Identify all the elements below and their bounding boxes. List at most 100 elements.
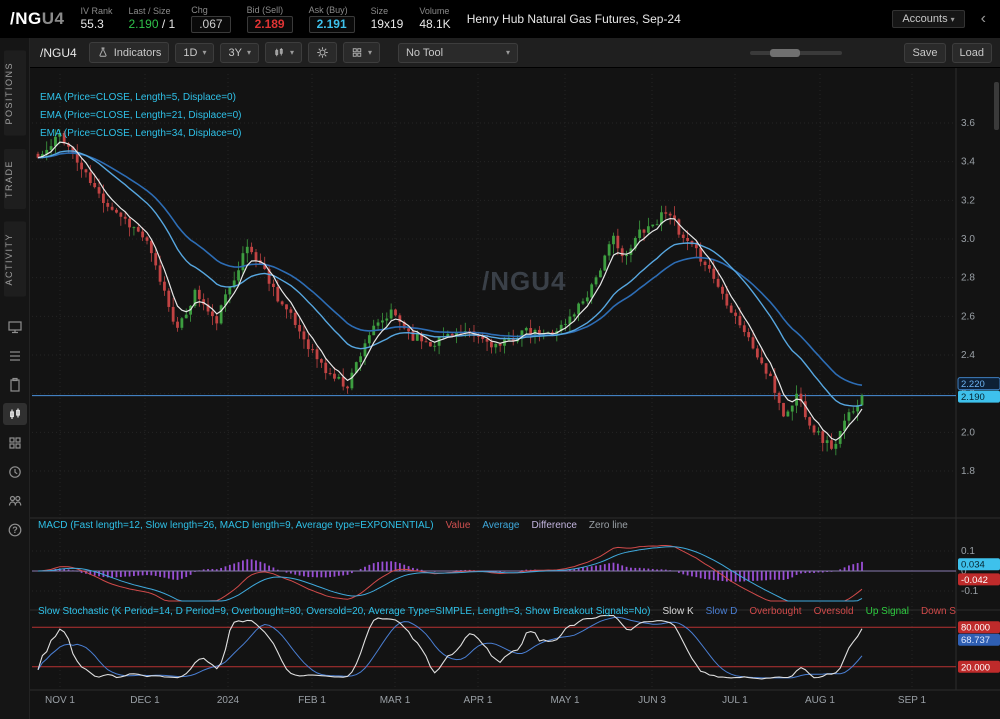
last-size: / 1 (161, 17, 176, 32)
svg-text:2.190: 2.190 (961, 392, 985, 403)
symbol-input[interactable]: /NGU4 (38, 44, 83, 62)
chevron-down-icon: ▾ (367, 48, 372, 57)
chart-vertical-scrollbar[interactable] (994, 82, 999, 130)
svg-text:0.034: 0.034 (961, 560, 985, 571)
chevron-down-icon: ▾ (950, 15, 955, 24)
zoom-slider[interactable] (750, 48, 843, 57)
chart-area: /NGU4 Indicators 1D ▾ 3Y ▾ ▾ ▾ No Tool ▾… (30, 38, 1000, 719)
iv-rank-label: IV Rank (80, 5, 113, 16)
chevron-down-icon: ▾ (289, 48, 294, 57)
candlestick-series (36, 129, 864, 456)
save-button[interactable]: Save (904, 42, 946, 63)
svg-text:3.4: 3.4 (961, 157, 975, 168)
zoom-slider-thumb[interactable] (770, 48, 801, 57)
sidebar-tab-trade[interactable]: TRADE (3, 148, 26, 209)
monitor-icon[interactable] (3, 316, 27, 338)
volume-field: Volume 48.1K (419, 6, 450, 32)
size-field: Size 19x19 (371, 6, 404, 32)
range-dropdown[interactable]: 3Y ▾ (220, 42, 259, 63)
size-label: Size (370, 5, 389, 16)
last-size-label: Last / Size (128, 5, 171, 16)
grid-icon (352, 48, 362, 57)
chart-icon[interactable] (2, 403, 27, 426)
trading-app: /NGU4 IV Rank 55.3 Last / Size 2.190 / 1… (0, 0, 1000, 719)
indicators-button[interactable]: Indicators (88, 42, 170, 63)
svg-text:0.1: 0.1 (961, 546, 975, 557)
study-label-ema21[interactable]: EMA (Price=CLOSE, Length=21, Displace=0) (40, 110, 242, 121)
chg-label: Chg (191, 4, 208, 15)
size-value: 19x19 (370, 17, 404, 32)
last-value: 2.190 (128, 17, 159, 32)
gear-icon (317, 47, 328, 58)
svg-text:JUN 3: JUN 3 (638, 695, 666, 706)
help-icon[interactable]: ? (3, 519, 27, 541)
svg-text:68.737: 68.737 (961, 635, 990, 646)
svg-text:3.0: 3.0 (961, 234, 975, 245)
people-icon[interactable] (3, 490, 27, 512)
sidebar-icon-rail: ? (2, 316, 27, 541)
quote-header: /NGU4 IV Rank 55.3 Last / Size 2.190 / 1… (0, 0, 1000, 38)
svg-text:JUL 1: JUL 1 (722, 695, 748, 706)
chart-toolbar: /NGU4 Indicators 1D ▾ 3Y ▾ ▾ ▾ No Tool ▾… (30, 38, 1000, 68)
macd-study (32, 545, 956, 602)
volume-label: Volume (419, 5, 450, 16)
left-sidebar: POSITIONS TRADE ACTIVITY ? (0, 38, 30, 719)
ask-label: Ask (Buy) (308, 4, 348, 15)
volume-value: 48.1K (419, 17, 451, 32)
iv-rank-value: 55.3 (80, 17, 104, 32)
symbol-suffix: U4 (41, 9, 65, 28)
svg-text:20.000: 20.000 (961, 662, 990, 673)
svg-text:?: ? (12, 525, 18, 535)
svg-text:AUG 1: AUG 1 (805, 695, 835, 706)
macd-study-title[interactable]: MACD (Fast length=12, Slow length=26, MA… (38, 520, 434, 531)
stoch-study-title[interactable]: Slow Stochastic (K Period=14, D Period=9… (38, 606, 651, 617)
history-icon[interactable] (3, 461, 27, 483)
study-label-ema5[interactable]: EMA (Price=CLOSE, Length=5, Displace=0) (40, 92, 242, 103)
svg-text:2.0: 2.0 (961, 427, 975, 438)
chevron-down-icon: ▾ (202, 48, 207, 57)
sidebar-tab-activity[interactable]: ACTIVITY (3, 221, 26, 297)
flask-icon (99, 47, 107, 57)
watchlist-icon[interactable] (3, 345, 27, 367)
svg-text:FEB 1: FEB 1 (298, 695, 326, 706)
svg-text:80.000: 80.000 (961, 623, 990, 634)
svg-text:2.220: 2.220 (961, 379, 985, 390)
symbol-title: /NGU4 (10, 9, 64, 29)
layout-grid-dropdown[interactable]: ▾ (342, 42, 380, 63)
svg-text:-0.1: -0.1 (961, 586, 979, 597)
chart-settings-button[interactable] (307, 42, 337, 63)
iv-rank-field: IV Rank 55.3 (80, 6, 112, 32)
study-label-ema34[interactable]: EMA (Price=CLOSE, Length=34, Displace=0) (40, 128, 242, 139)
svg-text:2.8: 2.8 (961, 273, 975, 284)
orders-icon[interactable] (3, 374, 27, 396)
svg-text:3.6: 3.6 (961, 118, 975, 129)
svg-text:SEP 1: SEP 1 (898, 695, 927, 706)
ask-field: Ask (Buy) 2.191 (308, 4, 355, 34)
chart-style-dropdown[interactable]: ▾ (264, 42, 302, 63)
ask-button[interactable]: 2.191 (308, 16, 355, 34)
chg-value: .067 (191, 16, 231, 34)
chevron-down-icon: ▾ (246, 48, 251, 57)
study-labels: EMA (Price=CLOSE, Length=5, Displace=0) … (40, 92, 242, 139)
chart-surface: 3.63.43.23.02.82.62.42.22.01.80.10-0.1NO… (30, 68, 1000, 719)
drawing-tool-dropdown[interactable]: No Tool ▾ (397, 42, 518, 63)
svg-text:DEC 1: DEC 1 (130, 695, 160, 706)
aggregation-dropdown[interactable]: 1D ▾ (175, 42, 215, 63)
bid-button[interactable]: 2.189 (246, 16, 293, 34)
svg-text:2.4: 2.4 (961, 350, 975, 361)
stochastic-study (32, 614, 956, 680)
axis-bubbles: 2.220 2.190 0.034 -0.042 80.00068.737 20.000 (957, 377, 1000, 673)
bid-label: Bid (Sell) (246, 4, 284, 15)
grid-icon[interactable] (3, 432, 27, 454)
load-button[interactable]: Load (951, 42, 992, 63)
sidebar-tab-positions[interactable]: POSITIONS (3, 51, 26, 136)
header-right: Accounts ▾ ‹ (892, 10, 990, 28)
price-chart-canvas[interactable]: 3.63.43.23.02.82.62.42.22.01.80.10-0.1NO… (30, 68, 1000, 719)
svg-text:NOV 1: NOV 1 (45, 695, 75, 706)
svg-text:2.6: 2.6 (961, 311, 975, 322)
instrument-description: Henry Hub Natural Gas Futures, Sep-24 (466, 12, 681, 26)
accounts-dropdown[interactable]: Accounts ▾ (892, 10, 965, 28)
chg-field: Chg .067 (191, 4, 231, 34)
svg-text:APR 1: APR 1 (464, 695, 493, 706)
collapse-panel-chevron-icon[interactable]: ‹ (977, 10, 990, 28)
